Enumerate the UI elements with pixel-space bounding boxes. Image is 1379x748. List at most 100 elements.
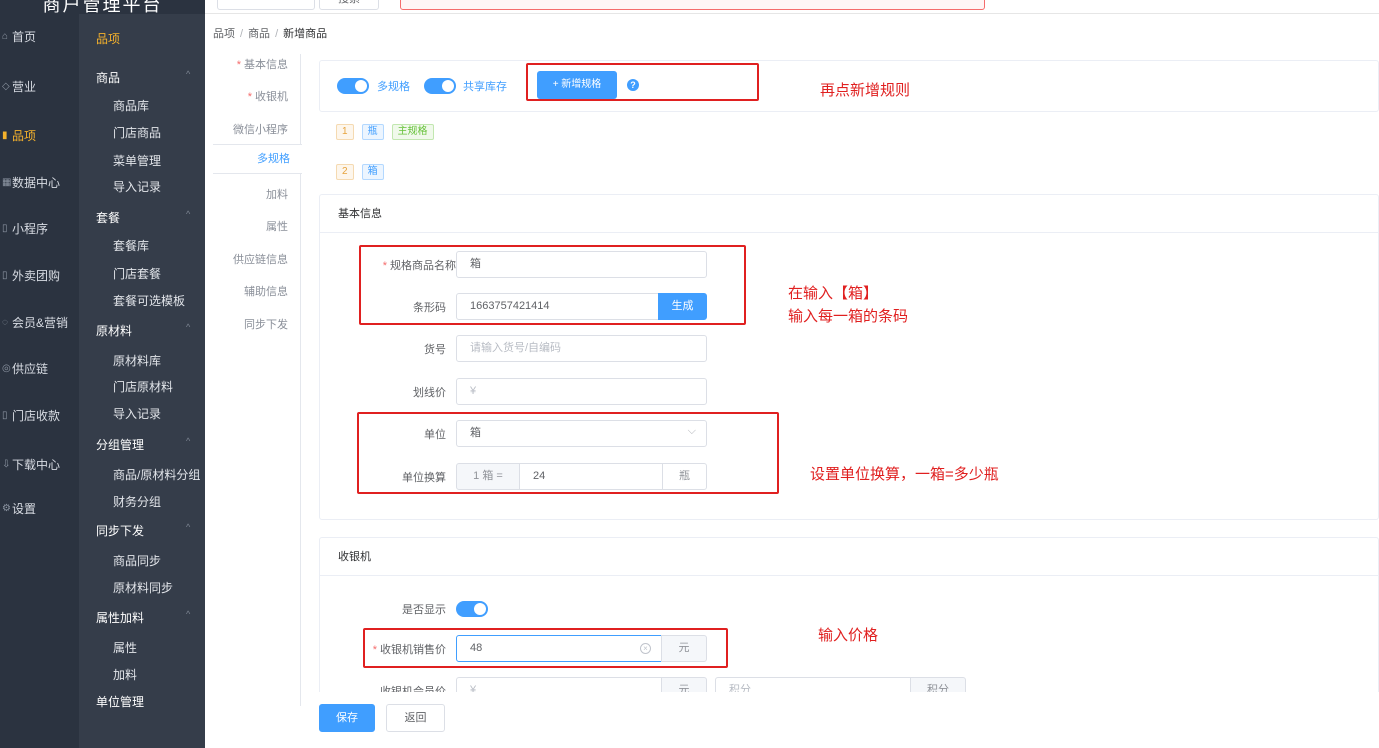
subnav-item[interactable]: 原材料库 [113, 352, 161, 369]
spec-row-2[interactable]: 2 箱 [336, 164, 384, 180]
form-tab[interactable]: 微信小程序 [233, 121, 288, 137]
subnav-item[interactable]: 财务分组 [113, 493, 161, 510]
nav-item[interactable]: ▯ 门店收款 [0, 403, 79, 427]
spec-name-tag: 箱 [361, 164, 384, 180]
shared-stock-label: 共享库存 [463, 81, 507, 93]
miniapp-icon: ▯ [2, 222, 8, 234]
nav-item-label: 品项 [12, 128, 37, 143]
form-tab[interactable]: 属性 [266, 218, 288, 234]
add-spec-button[interactable]: + 新增规格 [537, 71, 617, 99]
sku-input[interactable]: 请输入货号/自编码 [456, 335, 707, 362]
nav-item[interactable]: ▮ 品项 [0, 123, 79, 147]
help-icon[interactable]: ? [627, 79, 639, 91]
annotation-unit-conversion: 设置单位换算，一箱=多少瓶 [810, 466, 999, 483]
clear-icon[interactable]: × [640, 643, 651, 654]
show-toggle[interactable] [456, 601, 488, 617]
points-input[interactable]: 积分 [715, 677, 911, 692]
goods-icon: ▮ [2, 129, 8, 141]
unit-select[interactable]: 箱 ⌵ [456, 420, 707, 447]
breadcrumb-current: 新增商品 [283, 28, 328, 40]
nav-item[interactable]: ⚙ 设置 [0, 496, 79, 520]
barcode-label: 条形码 [413, 302, 446, 314]
unit-label: 单位 [424, 429, 446, 441]
form-tab[interactable]: 辅助信息 [244, 283, 288, 299]
sub-sidebar: 品项 商品 ^ 商品库 门店商品 菜单管理 导入记录 套餐 ^ 套餐库 门店套餐 套餐可选模板 原材料 ^… [79, 14, 205, 748]
nav-item[interactable]: ▯ 小程序 [0, 216, 79, 240]
spec-index: 2 [336, 164, 354, 180]
multi-spec-label: 多规格 [377, 81, 410, 93]
nav-item[interactable]: ⇩ 下载中心 [0, 452, 79, 476]
search-button[interactable]: 搜索 [319, 0, 379, 10]
member-price-input[interactable]: ¥ [456, 677, 662, 692]
shared-stock-toggle[interactable] [424, 78, 456, 94]
subnav-group[interactable]: 商品 ^ [96, 69, 190, 86]
list-price-input[interactable]: ¥ [456, 378, 707, 405]
subnav-item[interactable]: 导入记录 [113, 405, 161, 422]
form-tab[interactable]: 加料 [266, 186, 288, 202]
form-tab[interactable]: 供应链信息 [233, 251, 288, 267]
subnav-item[interactable]: 加料 [113, 666, 137, 683]
nav-item[interactable]: ▦ 数据中心 [0, 170, 79, 194]
subnav-item[interactable]: 原材料同步 [113, 579, 173, 596]
nav-item-label: 外卖团购 [12, 268, 61, 283]
subnav-title[interactable]: 品项 [96, 30, 120, 47]
price-unit: 元 [661, 635, 707, 662]
chevron-up-icon: ^ [186, 69, 191, 79]
save-button[interactable]: 保存 [319, 704, 375, 732]
subnav-item[interactable]: 门店套餐 [113, 265, 161, 282]
form-tab[interactable]: * 基本信息 [237, 56, 288, 72]
generate-barcode-button[interactable]: 生成 [658, 293, 707, 320]
subnav-item[interactable]: 门店原材料 [113, 378, 173, 395]
subnav-item[interactable]: 门店商品 [113, 124, 161, 141]
notice-banner [400, 0, 985, 10]
subnav-group[interactable]: 属性加料 ^ [96, 609, 190, 626]
list-price-label: 划线价 [413, 387, 446, 399]
subnav-item[interactable]: 套餐库 [113, 237, 149, 254]
cashier-price-input[interactable]: 48 × [456, 635, 662, 662]
subnav-group[interactable]: 原材料 ^ [96, 322, 190, 339]
spec-name-input[interactable]: 箱 [456, 251, 707, 278]
subnav-item[interactable]: 属性 [113, 639, 137, 656]
subnav-item[interactable]: 商品库 [113, 97, 149, 114]
form-tab[interactable]: * 收银机 [248, 88, 288, 104]
supply-icon: ◎ [2, 362, 11, 374]
nav-item[interactable]: ◎ 供应链 [0, 356, 79, 380]
form-tab[interactable]: 多规格 [213, 144, 302, 174]
nav-item[interactable]: ⌂ 首页 [0, 24, 79, 48]
subnav-group[interactable]: 同步下发 ^ [96, 522, 190, 539]
subnav-item[interactable]: 商品/原材料分组 [113, 466, 200, 483]
subnav-item[interactable]: 商品同步 [113, 552, 161, 569]
nav-item[interactable]: ◌ 会员&营销 [0, 310, 79, 334]
chevron-up-icon: ^ [186, 522, 191, 532]
barcode-input[interactable]: 1663757421414 [456, 293, 660, 320]
subnav-group[interactable]: 套餐 ^ [96, 209, 190, 226]
chevron-up-icon: ^ [186, 209, 191, 219]
breadcrumb-item[interactable]: 商品 [248, 28, 270, 40]
back-button[interactable]: 返回 [386, 704, 445, 732]
subnav-item[interactable]: 菜单管理 [113, 152, 161, 169]
main-spec-badge: 主规格 [391, 124, 434, 140]
annotation-barcode-line2: 输入每一箱的条码 [788, 308, 909, 325]
store-select[interactable] [217, 0, 315, 10]
settings-icon: ⚙ [2, 502, 11, 514]
form-tab[interactable]: 同步下发 [244, 316, 288, 332]
brand-title: 商户管理平台 [42, 0, 163, 14]
required-mark: * [236, 59, 241, 71]
subnav-item[interactable]: 套餐可选模板 [113, 292, 185, 309]
breadcrumb: 品项 / 商品 / 新增商品 [213, 28, 328, 40]
spec-row-1[interactable]: 1 瓶 主规格 [336, 124, 434, 140]
chevron-down-icon: ⌵ [687, 425, 696, 437]
conversion-suffix: 瓶 [662, 463, 707, 490]
spec-name-tag: 瓶 [361, 124, 384, 140]
subnav-group[interactable]: 分组管理 ^ [96, 436, 190, 453]
multi-spec-toggle[interactable] [337, 78, 369, 94]
nav-item[interactable]: ▯ 外卖团购 [0, 263, 79, 287]
subnav-item[interactable]: 导入记录 [113, 178, 161, 195]
nav-item-label: 营业 [12, 79, 37, 94]
conversion-input[interactable]: 24 [519, 463, 663, 490]
chevron-up-icon: ^ [186, 322, 191, 332]
nav-item[interactable]: ◇ 营业 [0, 74, 79, 98]
breadcrumb-item[interactable]: 品项 [213, 28, 235, 40]
member-icon: ◌ [2, 316, 8, 328]
subnav-group[interactable]: 单位管理 [96, 693, 144, 710]
